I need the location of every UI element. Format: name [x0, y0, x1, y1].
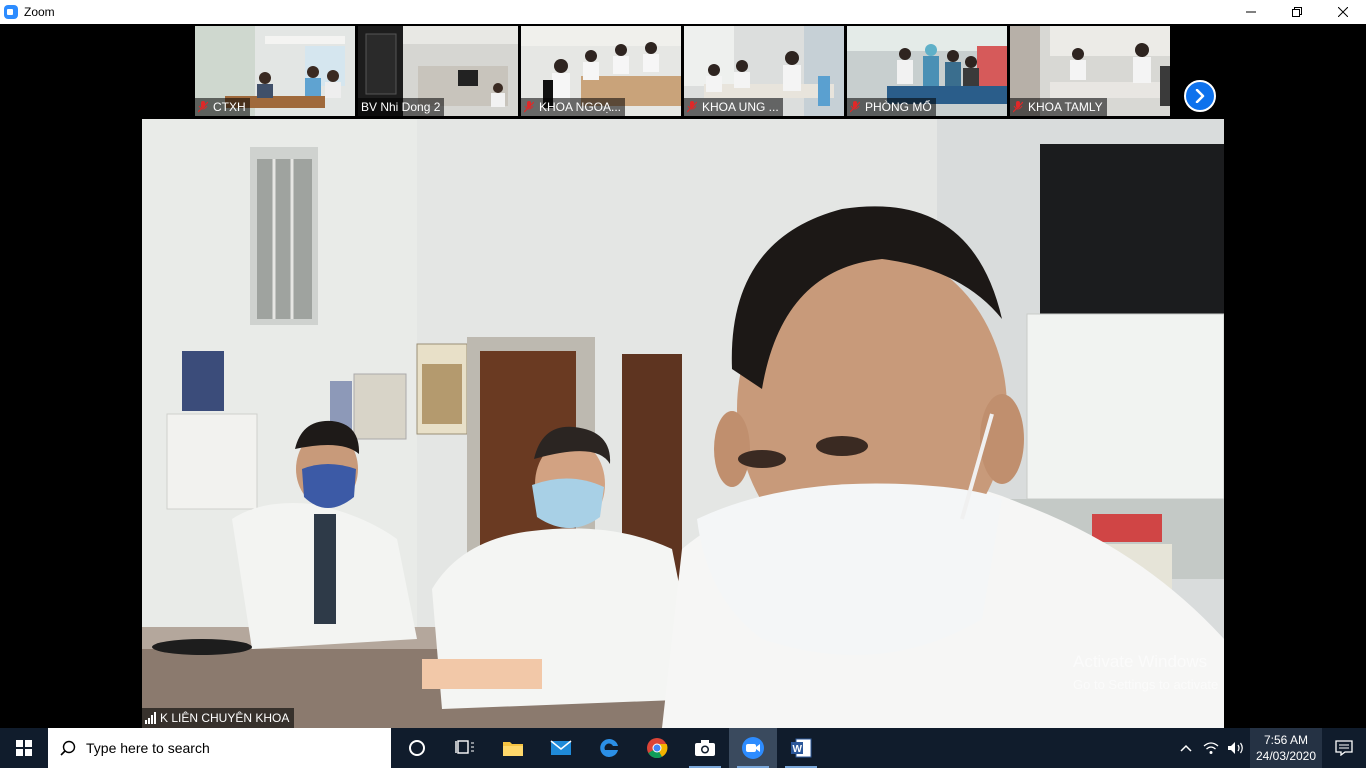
task-view-button[interactable]	[441, 728, 489, 768]
file-explorer-button[interactable]	[489, 728, 537, 768]
participant-name: KHOA NGOẠ...	[539, 100, 622, 114]
zoom-app-icon	[4, 5, 18, 19]
clock[interactable]: 7:56 AM 24/03/2020	[1250, 728, 1322, 768]
mic-muted-icon	[850, 101, 860, 113]
speaker-label: K LIÊN CHUYÊN KHOA	[142, 708, 295, 728]
network-button[interactable]	[1200, 728, 1222, 768]
chrome-button[interactable]	[633, 728, 681, 768]
mic-muted-icon	[687, 101, 697, 113]
cortana-button[interactable]	[393, 728, 441, 768]
search-placeholder: Type here to search	[86, 740, 210, 756]
system-tray: 7:56 AM 24/03/2020	[1172, 728, 1366, 768]
clock-time: 7:56 AM	[1263, 733, 1309, 747]
participant-label: CTXH	[195, 98, 250, 116]
start-button[interactable]	[0, 728, 48, 768]
participant-thumbnail[interactable]: KHOA NGOẠ...	[521, 26, 681, 116]
participant-name: BV Nhi Dong 2	[361, 100, 441, 114]
svg-text:W: W	[793, 744, 803, 755]
title-bar: Zoom	[0, 0, 1366, 24]
taskbar-apps: W	[393, 728, 825, 768]
show-hidden-icons-button[interactable]	[1172, 728, 1200, 768]
close-icon	[1338, 7, 1348, 17]
participant-label: KHOA TAMLY	[1010, 98, 1107, 116]
chevron-up-icon	[1180, 744, 1192, 752]
camera-icon	[695, 740, 715, 756]
participant-thumbnail[interactable]: CTXH	[195, 26, 355, 116]
volume-icon	[1228, 742, 1243, 754]
mic-muted-icon	[524, 101, 534, 113]
zoom-icon	[742, 737, 764, 759]
video-feed	[142, 119, 1224, 728]
speaker-name: K LIÊN CHUYÊN KHOA	[160, 711, 290, 725]
participant-label: BV Nhi Dong 2	[358, 98, 445, 116]
participant-thumbnail[interactable]: PHÒNG MỔ	[847, 26, 1007, 116]
watermark-title: Activate Windows	[1073, 652, 1208, 671]
taskbar: Type here to search W 7:56 AM 24/03/2020	[0, 728, 1366, 768]
mic-muted-icon	[198, 101, 208, 113]
volume-button[interactable]	[1222, 728, 1250, 768]
zoom-button[interactable]	[729, 728, 777, 768]
participant-name: CTXH	[213, 100, 246, 114]
participant-thumbnail[interactable]: KHOA TAMLY	[1010, 26, 1170, 116]
chrome-icon	[647, 738, 668, 759]
participant-label: KHOA NGOẠ...	[521, 98, 626, 116]
clock-date: 24/03/2020	[1255, 749, 1317, 763]
word-button[interactable]: W	[777, 728, 825, 768]
edge-button[interactable]	[585, 728, 633, 768]
window-controls	[1228, 0, 1366, 24]
activate-windows-watermark: Activate Windows Go to Settings to activ…	[1073, 652, 1218, 692]
participant-label: KHOA UNG ...	[684, 98, 783, 116]
participant-label: PHÒNG MỔ	[847, 98, 936, 116]
participant-name: KHOA UNG ...	[702, 100, 779, 114]
cortana-icon	[409, 740, 425, 756]
taskbar-search[interactable]: Type here to search	[48, 728, 391, 768]
windows-logo-icon	[16, 740, 32, 756]
notification-icon	[1335, 740, 1353, 756]
file-explorer-icon	[503, 742, 523, 756]
close-button[interactable]	[1320, 0, 1366, 24]
active-speaker-video[interactable]: K LIÊN CHUYÊN KHOA Activate Windows Go t…	[142, 119, 1224, 728]
watermark-subtitle: Go to Settings to activate	[1073, 677, 1219, 692]
word-icon: W	[791, 738, 812, 758]
minimize-button[interactable]	[1228, 0, 1274, 24]
participant-thumbnail[interactable]: BV Nhi Dong 2	[358, 26, 518, 116]
participant-name: KHOA TAMLY	[1028, 100, 1103, 114]
participant-name: PHÒNG MỔ	[865, 100, 932, 114]
next-page-button[interactable]	[1184, 80, 1216, 112]
mic-muted-icon	[1013, 101, 1023, 113]
participant-gallery: CTXH BV Nhi Dong 2 KHOA NGOẠ... KHOA UNG…	[0, 24, 1366, 119]
minimize-icon	[1246, 11, 1256, 13]
camera-button[interactable]	[681, 728, 729, 768]
action-center-button[interactable]	[1322, 728, 1366, 768]
mail-icon	[550, 740, 572, 755]
chevron-right-icon	[1195, 89, 1205, 103]
restore-icon	[1292, 7, 1302, 17]
search-icon	[60, 740, 76, 756]
edge-icon	[600, 738, 618, 757]
task-view-icon	[455, 740, 474, 754]
signal-strength-icon	[145, 712, 156, 724]
restore-button[interactable]	[1274, 0, 1320, 24]
wifi-icon	[1203, 742, 1219, 754]
mail-button[interactable]	[537, 728, 585, 768]
window-title: Zoom	[24, 5, 55, 19]
participant-thumbnail[interactable]: KHOA UNG ...	[684, 26, 844, 116]
